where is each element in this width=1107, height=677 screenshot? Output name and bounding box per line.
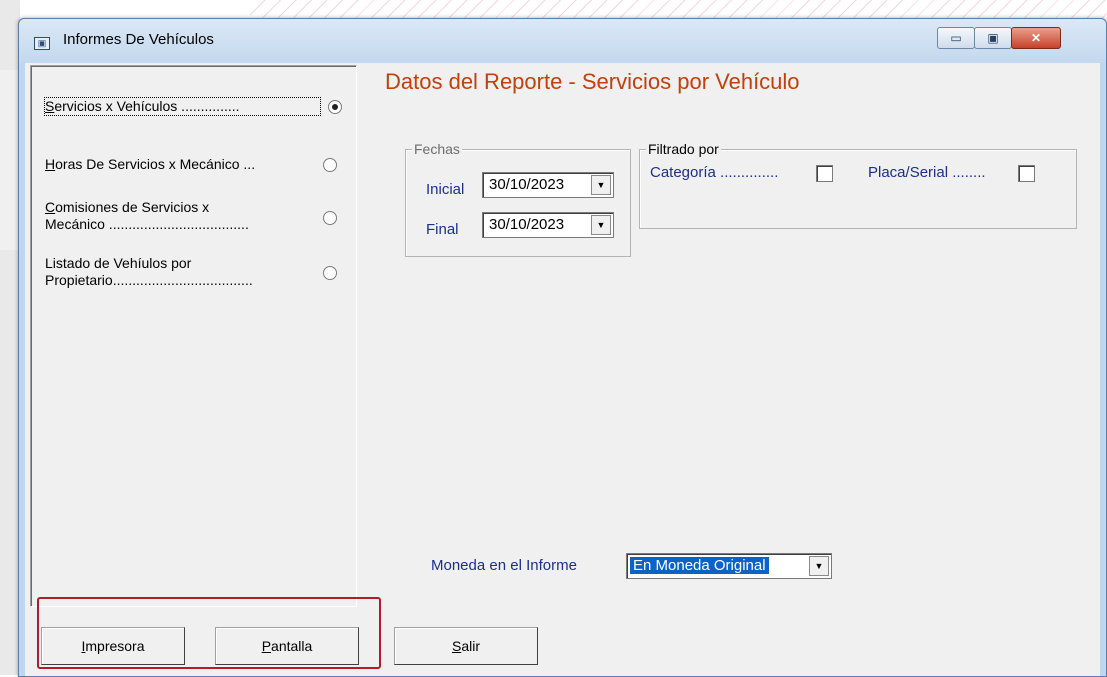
option-hotkey: S xyxy=(45,98,55,114)
report-title: Datos del Reporte - Servicios por Vehícu… xyxy=(385,69,800,94)
minimize-icon: ▭ xyxy=(950,31,962,45)
option-horas-servicios[interactable]: Horas De Servicios x Mecánico ... xyxy=(45,156,320,173)
option-label: omisiones de Servicios x xyxy=(55,199,210,215)
report-type-panel: Servicios x Vehículos ............... Ho… xyxy=(30,65,357,607)
dates-legend: Fechas xyxy=(412,141,462,157)
dropdown-icon[interactable]: ▼ xyxy=(591,175,611,195)
dates-group: Fechas Inicial 30/10/2023 ▼ Final 30/10/… xyxy=(405,141,631,257)
filter-legend: Filtrado por xyxy=(646,141,721,157)
initial-date-picker[interactable]: 30/10/2023 ▼ xyxy=(482,172,614,198)
currency-label: Moneda en el Informe xyxy=(431,557,577,574)
close-icon: ✕ xyxy=(1030,31,1042,45)
plate-label: Placa/Serial ........ xyxy=(868,164,986,181)
maximize-icon: ▣ xyxy=(987,31,999,45)
option-listado-propietario[interactable]: Listado de Vehíulos por Propietario.....… xyxy=(45,255,320,289)
currency-value: En Moneda Original xyxy=(629,556,770,575)
option-hotkey: H xyxy=(45,156,56,172)
minimize-button[interactable]: ▭ xyxy=(937,27,975,49)
radio-listado-propietario[interactable] xyxy=(323,266,337,280)
initial-date-value: 30/10/2023 xyxy=(489,176,565,193)
buttons-highlight-box xyxy=(37,597,381,669)
option-label: oras De Servicios x Mecánico ... xyxy=(55,156,256,172)
radio-servicios-vehiculos[interactable] xyxy=(328,100,342,114)
maximize-button[interactable]: ▣ xyxy=(974,27,1012,49)
report-window: ▣ Informes De Vehículos ▭ ▣ ✕ Servicios … xyxy=(18,18,1107,677)
exit-button[interactable]: Salir xyxy=(394,627,538,665)
option-label-line2: Propietario.............................… xyxy=(45,272,253,288)
exit-label: alir xyxy=(461,638,480,654)
option-label: Listado de Vehíulos por xyxy=(45,255,192,271)
filter-group: Filtrado por Categoría .............. Pl… xyxy=(639,141,1077,229)
plate-checkbox[interactable] xyxy=(1018,165,1035,182)
radio-horas-servicios[interactable] xyxy=(323,158,337,172)
category-label: Categoría .............. xyxy=(650,164,779,181)
option-label-line2: Mecánico ...............................… xyxy=(45,216,249,232)
initial-date-label: Inicial xyxy=(426,181,465,198)
title-bar[interactable]: ▣ Informes De Vehículos ▭ ▣ ✕ xyxy=(19,19,1106,63)
dropdown-icon[interactable]: ▼ xyxy=(809,556,829,576)
final-date-label: Final xyxy=(426,221,459,238)
exit-hotkey: S xyxy=(451,638,462,654)
option-hotkey: C xyxy=(45,199,56,215)
window-client-area: Servicios x Vehículos ............... Ho… xyxy=(25,63,1100,676)
radio-comisiones[interactable] xyxy=(323,211,337,225)
window-title: Informes De Vehículos xyxy=(63,31,214,48)
category-checkbox[interactable] xyxy=(816,165,833,182)
option-comisiones[interactable]: Comisiones de Servicios x Mecánico .....… xyxy=(45,199,320,233)
close-button[interactable]: ✕ xyxy=(1011,27,1061,49)
option-servicios-vehiculos[interactable]: Servicios x Vehículos ............... xyxy=(44,97,321,116)
currency-select[interactable]: En Moneda Original ▼ xyxy=(626,553,832,579)
dropdown-icon[interactable]: ▼ xyxy=(591,215,611,235)
final-date-value: 30/10/2023 xyxy=(489,216,565,233)
final-date-picker[interactable]: 30/10/2023 ▼ xyxy=(482,212,614,238)
window-app-icon: ▣ xyxy=(34,37,50,50)
option-label: ervicios x Vehículos ............... xyxy=(54,98,240,114)
